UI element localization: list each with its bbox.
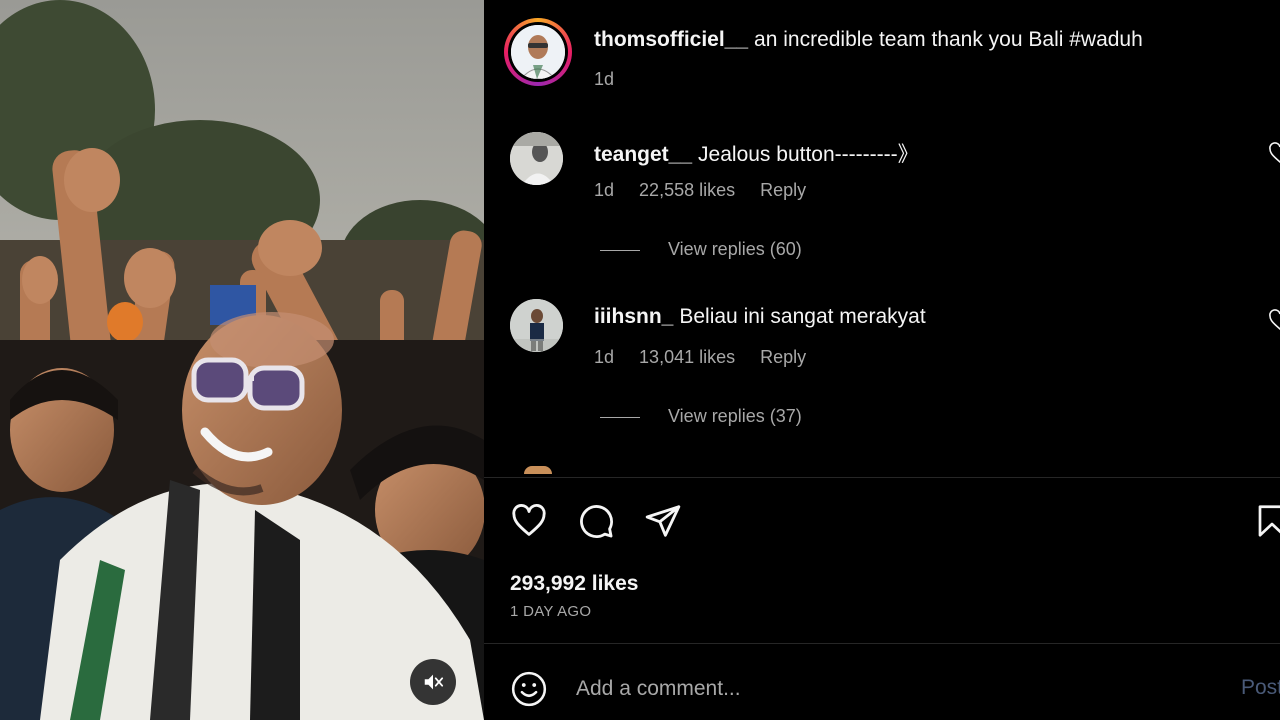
share-button[interactable] [644, 502, 682, 540]
like-button[interactable] [510, 502, 548, 540]
replies-divider-line [600, 416, 640, 418]
comment-text-line: iiihsnn_ Beliau ini sangat merakyat [594, 305, 926, 329]
reply-button[interactable]: Reply [760, 180, 806, 200]
commenter-avatar-image [510, 299, 563, 352]
speaker-muted-icon [424, 674, 444, 690]
post-caption-block: thomsofficiel__ an incredible team thank … [504, 18, 1274, 98]
heart-icon [1269, 309, 1280, 331]
comment-likes[interactable]: 22,558 likes [639, 180, 735, 200]
commenter-avatar[interactable] [510, 132, 563, 185]
reply-button[interactable]: Reply [760, 347, 806, 367]
comment-meta: 1d 13,041 likes Reply [594, 347, 826, 368]
comment-text: Jealous button---------》 [698, 143, 919, 166]
next-commenter-avatar[interactable] [524, 466, 552, 474]
view-replies-label: View replies (37) [668, 406, 802, 426]
author-username[interactable]: thomsofficiel__ [594, 28, 748, 51]
comment-like-button[interactable] [1268, 142, 1280, 164]
comment-like-button[interactable] [1268, 309, 1280, 331]
post-caption: thomsofficiel__ an incredible team thank … [594, 28, 1143, 52]
save-button[interactable] [1254, 503, 1280, 539]
commenter-username[interactable]: teanget__ [594, 143, 692, 166]
comment-text-line: teanget__ Jealous button---------》 [594, 138, 919, 168]
comment-likes[interactable]: 13,041 likes [639, 347, 735, 367]
heart-icon [512, 503, 546, 536]
comment-item: iiihsnn_ Beliau ini sangat merakyat 1d 13… [510, 299, 1280, 369]
post-media[interactable] [0, 0, 484, 720]
commenter-avatar[interactable] [510, 299, 563, 352]
post-video-frame [0, 0, 484, 720]
emoji-button[interactable] [510, 670, 548, 708]
commenter-username[interactable]: iiihsnn_ [594, 305, 673, 328]
comment-time: 1d [594, 347, 615, 367]
section-divider [484, 477, 1280, 478]
author-avatar[interactable] [504, 18, 572, 86]
caption-text: an incredible team thank you Bali #waduh [754, 28, 1143, 51]
comment-text: Beliau ini sangat merakyat [679, 305, 926, 328]
heart-icon [1269, 142, 1280, 164]
comment-button[interactable] [577, 502, 615, 540]
post-date: 1 DAY AGO [510, 603, 592, 620]
post-panel: thomsofficiel__ an incredible team thank … [484, 0, 1280, 720]
add-comment-bar: Post [484, 644, 1280, 720]
view-replies-button[interactable]: View replies (60) [600, 239, 802, 260]
author-avatar-image [511, 25, 565, 79]
commenter-avatar-image [510, 132, 563, 185]
comment-input[interactable] [576, 674, 1216, 704]
comment-item: teanget__ Jealous button---------》 1d 22,… [510, 132, 1280, 202]
post-comment-button[interactable]: Post [1241, 676, 1280, 700]
post-time: 1d [594, 69, 615, 89]
comment-meta: 1d 22,558 likes Reply [594, 180, 826, 201]
share-icon [645, 505, 681, 537]
post-likes-count[interactable]: 293,992 likes [510, 572, 638, 596]
emoji-icon [511, 671, 547, 707]
comment-time: 1d [594, 180, 615, 200]
view-replies-label: View replies (60) [668, 239, 802, 259]
view-replies-button[interactable]: View replies (37) [600, 406, 802, 427]
replies-divider-line [600, 249, 640, 251]
comment-icon [580, 505, 613, 538]
bookmark-icon [1258, 505, 1280, 537]
mute-toggle-button[interactable] [410, 659, 456, 705]
